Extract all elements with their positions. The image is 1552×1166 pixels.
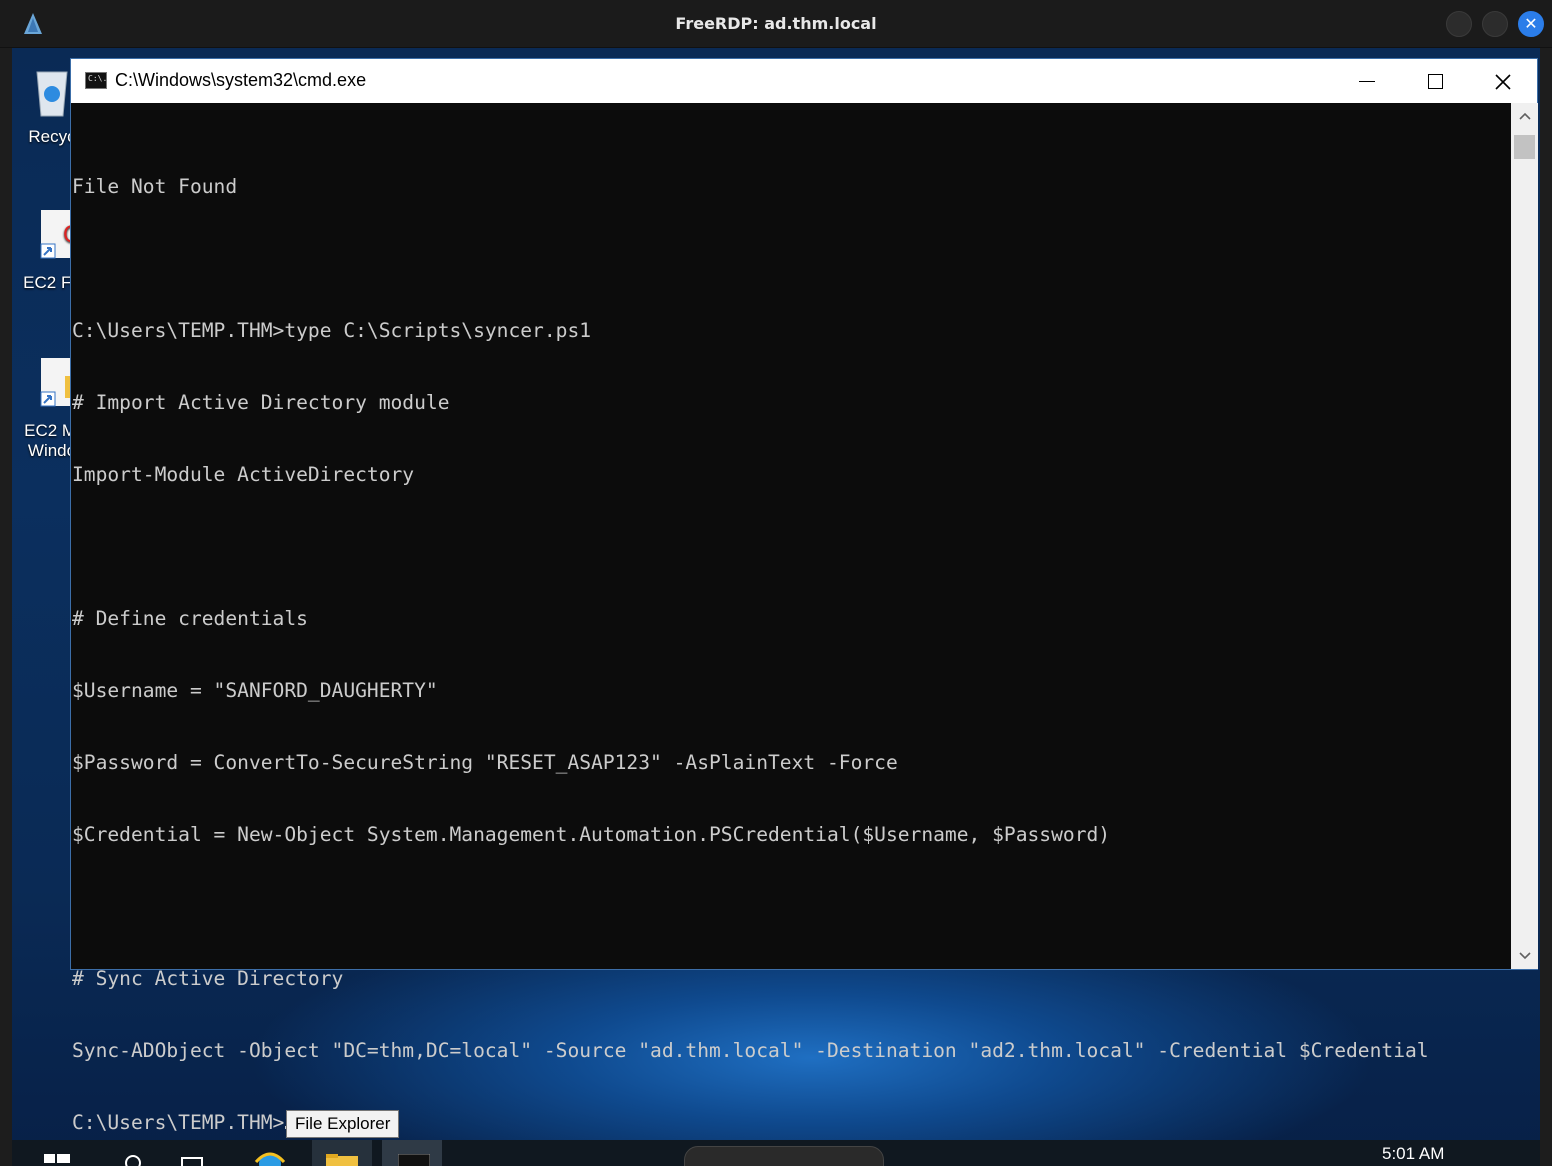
rdp-right-edge: [1540, 48, 1552, 1166]
vertical-scrollbar[interactable]: [1511, 103, 1538, 969]
cmd-titlebar[interactable]: C:\. C:\Windows\system32\cmd.exe: [71, 59, 1537, 103]
console-output[interactable]: File Not Found C:\Users\TEMP.THM>type C:…: [71, 103, 1511, 1134]
start-button[interactable]: [34, 1140, 94, 1166]
close-icon: [1495, 73, 1511, 90]
rdp-left-edge: [0, 48, 12, 1166]
task-view-icon: [181, 1157, 203, 1166]
taskbar-cmd[interactable]: [382, 1140, 442, 1166]
scroll-up-button[interactable]: [1511, 103, 1538, 129]
internet-explorer-icon: [254, 1152, 286, 1166]
cmd-app-icon: C:\.: [85, 72, 107, 89]
windows-logo-icon: [44, 1154, 70, 1163]
console-line: # Import Active Directory module: [72, 391, 450, 414]
console-line: $Password = ConvertTo-SecureString "RESE…: [72, 751, 898, 774]
recycle-bin-icon: [36, 71, 68, 117]
pdf-shortcut-icon: C: [40, 210, 78, 259]
console-line: $Credential = New-Object System.Manageme…: [72, 823, 1111, 846]
close-icon: ✕: [1524, 14, 1538, 33]
rdp-window-title: FreeRDP: ad.thm.local: [675, 14, 877, 33]
rdp-maximize-button[interactable]: [1482, 11, 1508, 37]
rdp-titlebar: FreeRDP: ad.thm.local ✕: [0, 0, 1552, 48]
minimize-button[interactable]: [1333, 59, 1401, 103]
scroll-down-button[interactable]: [1511, 943, 1538, 969]
folder-shortcut-icon: [40, 358, 75, 407]
task-view-button[interactable]: [164, 1140, 224, 1166]
folder-icon: [326, 1154, 358, 1166]
maximize-icon: [1427, 74, 1443, 89]
taskbar-internet-explorer[interactable]: [240, 1140, 300, 1166]
cmd-icon: [398, 1154, 430, 1166]
rdp-minimize-button[interactable]: [1446, 11, 1472, 37]
close-button[interactable]: [1469, 59, 1537, 103]
taskbar-clock[interactable]: 5:01 AM: [1382, 1144, 1444, 1164]
console-line: # Define credentials: [72, 607, 308, 630]
search-box[interactable]: [684, 1146, 884, 1166]
console-prompt: C:\Users\TEMP.THM>: [72, 1111, 285, 1134]
cmd-window-title: C:\Windows\system32\cmd.exe: [115, 70, 367, 90]
console-line: Import-Module ActiveDirectory: [72, 463, 415, 486]
file-explorer-tooltip: File Explorer: [286, 1110, 400, 1138]
console-line: # Sync Active Directory: [72, 967, 344, 990]
console-line: $Username = "SANFORD_DAUGHERTY": [72, 679, 438, 702]
minimize-icon: [1359, 81, 1375, 82]
chevron-up-icon: [1518, 112, 1531, 120]
taskbar-file-explorer[interactable]: [312, 1140, 372, 1166]
scroll-thumb[interactable]: [1514, 135, 1535, 159]
cmd-window: C:\. C:\Windows\system32\cmd.exe File No…: [70, 58, 1538, 1134]
console-line: C:\Users\TEMP.THM>type C:\Scripts\syncer…: [72, 319, 592, 342]
taskbar: 5:01 AM: [12, 1140, 1540, 1166]
maximize-button[interactable]: [1401, 59, 1469, 103]
rdp-close-button[interactable]: ✕: [1518, 11, 1544, 37]
console-line: File Not Found: [72, 175, 238, 198]
chevron-down-icon: [1518, 952, 1531, 960]
search-icon: [125, 1155, 141, 1166]
search-button[interactable]: [104, 1140, 164, 1166]
console-line: Sync-ADObject -Object "DC=thm,DC=local" …: [72, 1039, 1429, 1062]
